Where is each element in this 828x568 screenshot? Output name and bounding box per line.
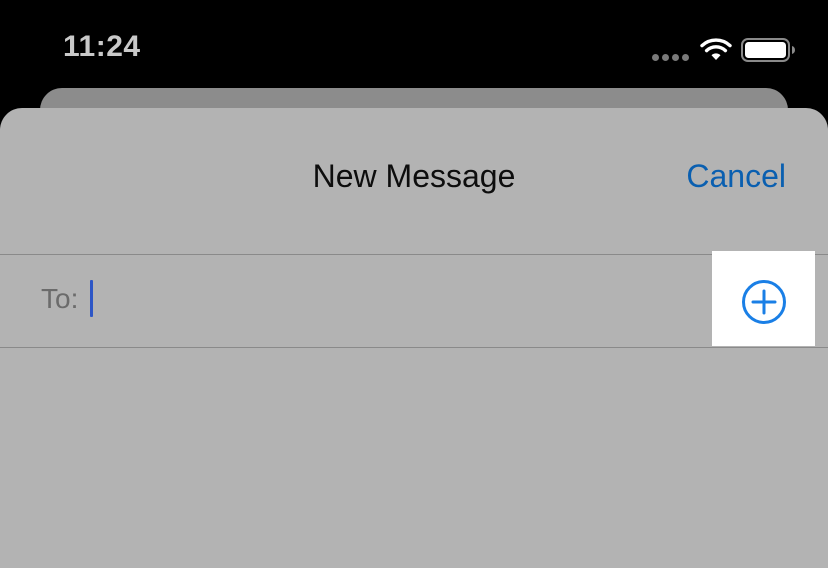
cancel-button[interactable]: Cancel [686,158,786,195]
recipient-input[interactable] [88,273,688,329]
new-message-sheet: New Message Cancel To: [0,108,828,568]
to-label: To: [41,283,79,314]
status-time: 11:24 [63,30,141,63]
text-cursor [90,280,93,317]
add-contact-button[interactable] [712,251,815,346]
to-field-row: To: [0,255,828,347]
status-bar: 11:24 [0,0,828,100]
to-field-divider [0,347,828,348]
cellular-signal-dots-icon [652,54,692,62]
battery-icon [741,38,795,62]
plus-circle-icon [742,280,786,324]
wifi-icon [700,38,732,60]
